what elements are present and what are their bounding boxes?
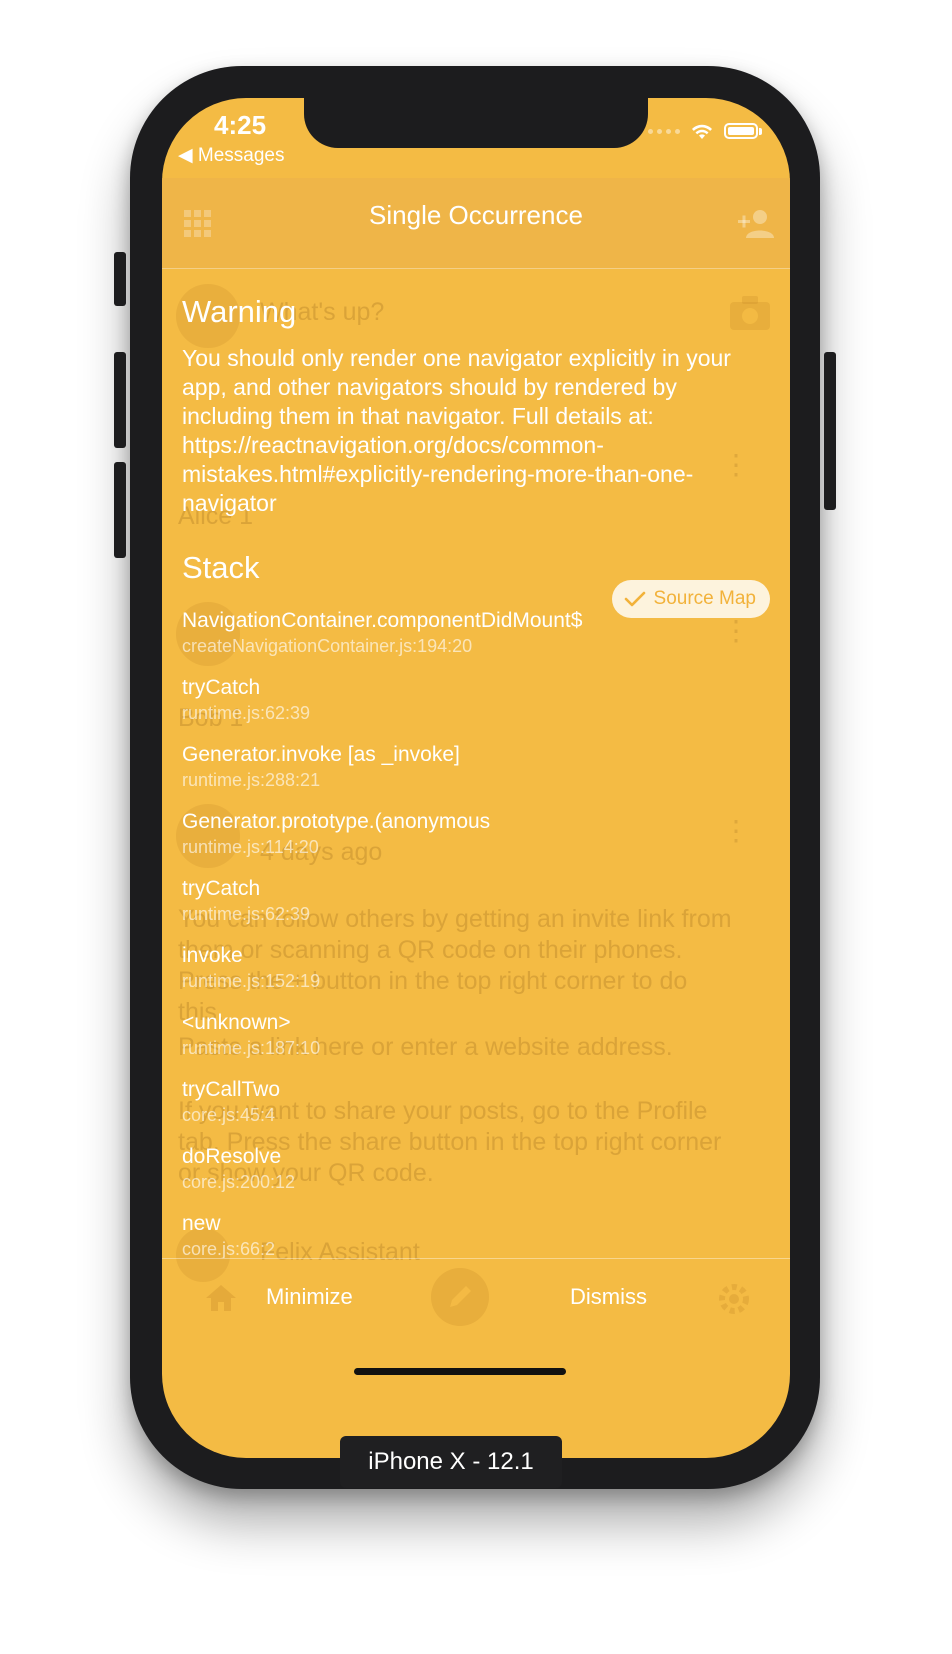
warning-title: Warning: [182, 294, 297, 329]
power-button: [824, 352, 836, 510]
compose-tab-icon[interactable]: [430, 1267, 490, 1327]
home-indicator[interactable]: [354, 1368, 566, 1375]
frame-function: tryCatch: [182, 877, 261, 900]
checkmark-icon: [624, 591, 645, 607]
signal-icon: [648, 128, 680, 134]
frame-function: Generator.invoke [as _invoke]: [182, 743, 460, 766]
page-title: Single Occurrence: [369, 200, 583, 230]
frame-location: core.js:45:4: [182, 1105, 276, 1125]
device-label: iPhone X - 12.1: [340, 1436, 562, 1488]
minimize-button[interactable]: Minimize: [266, 1284, 353, 1310]
status-time: 4:25: [214, 110, 267, 140]
tab-bar: [162, 1258, 790, 1458]
volume-up-button: [114, 352, 126, 448]
frame-function: NavigationContainer.componentDidMount$: [182, 609, 583, 632]
frame-function: invoke: [182, 944, 243, 967]
frame-location: runtime.js:288:21: [182, 770, 321, 790]
frame-location: core.js:66:2: [182, 1239, 276, 1258]
stack-frame[interactable]: <unknown> runtime.js:187:10: [182, 1010, 762, 1077]
frame-function: doResolve: [182, 1145, 282, 1168]
frame-location: runtime.js:62:39: [182, 703, 311, 723]
volume-down-button: [114, 462, 126, 558]
stack-frame[interactable]: new core.js:66:2: [182, 1211, 762, 1258]
wifi-icon: [692, 124, 712, 139]
stack-frame[interactable]: Generator.invoke [as _invoke] runtime.js…: [182, 742, 762, 809]
frame-location: core.js:200:12: [182, 1172, 296, 1192]
stack-frame[interactable]: tryCallTwo core.js:45:4: [182, 1077, 762, 1144]
stack-frame[interactable]: invoke runtime.js:152:19: [182, 943, 762, 1010]
stack-frame[interactable]: tryCatch runtime.js:62:39: [182, 675, 762, 742]
back-to-messages[interactable]: ◀ Messages: [178, 144, 285, 167]
iphone-frame: 4:25 ◀ Messages What's up? ⋮ Alice 1 ⋮ B…: [114, 66, 836, 1489]
frame-function: <unknown>: [182, 1011, 291, 1034]
frame-location: runtime.js:62:39: [182, 904, 311, 924]
mute-switch: [114, 252, 126, 306]
phone-screen: 4:25 ◀ Messages What's up? ⋮ Alice 1 ⋮ B…: [162, 98, 790, 1458]
error-overlay[interactable]: Warning You should only render one navig…: [162, 268, 790, 1258]
frame-location: runtime.js:114:20: [182, 837, 319, 857]
status-indicators: [648, 122, 762, 140]
warning-message: You should only render one navigator exp…: [182, 345, 731, 516]
stack-frame[interactable]: tryCatch runtime.js:62:39: [182, 876, 762, 943]
frame-function: Generator.prototype.(anonymous: [182, 810, 491, 833]
home-tab-icon[interactable]: [204, 1283, 238, 1313]
add-user-icon[interactable]: [736, 208, 774, 238]
frame-location: runtime.js:152:19: [182, 971, 321, 991]
battery-icon: [724, 123, 758, 139]
source-map-label: Source Map: [653, 588, 756, 609]
frame-function: tryCallTwo: [182, 1078, 281, 1101]
frame-function: new: [182, 1212, 221, 1235]
frame-function: tryCatch: [182, 676, 261, 699]
stack-frame[interactable]: NavigationContainer.componentDidMount$ c…: [182, 608, 762, 675]
stack-frames: NavigationContainer.componentDidMount$ c…: [182, 608, 762, 1258]
stack-frame[interactable]: doResolve core.js:200:12: [182, 1144, 762, 1211]
settings-tab-icon[interactable]: [718, 1283, 750, 1315]
stack-title: Stack: [182, 550, 260, 585]
frame-location: runtime.js:187:10: [182, 1038, 321, 1058]
stack-frame[interactable]: Generator.prototype.(anonymous runtime.j…: [182, 809, 762, 876]
frame-location: createNavigationContainer.js:194:20: [182, 636, 473, 656]
notch: [304, 98, 648, 148]
dismiss-button[interactable]: Dismiss: [570, 1284, 647, 1310]
